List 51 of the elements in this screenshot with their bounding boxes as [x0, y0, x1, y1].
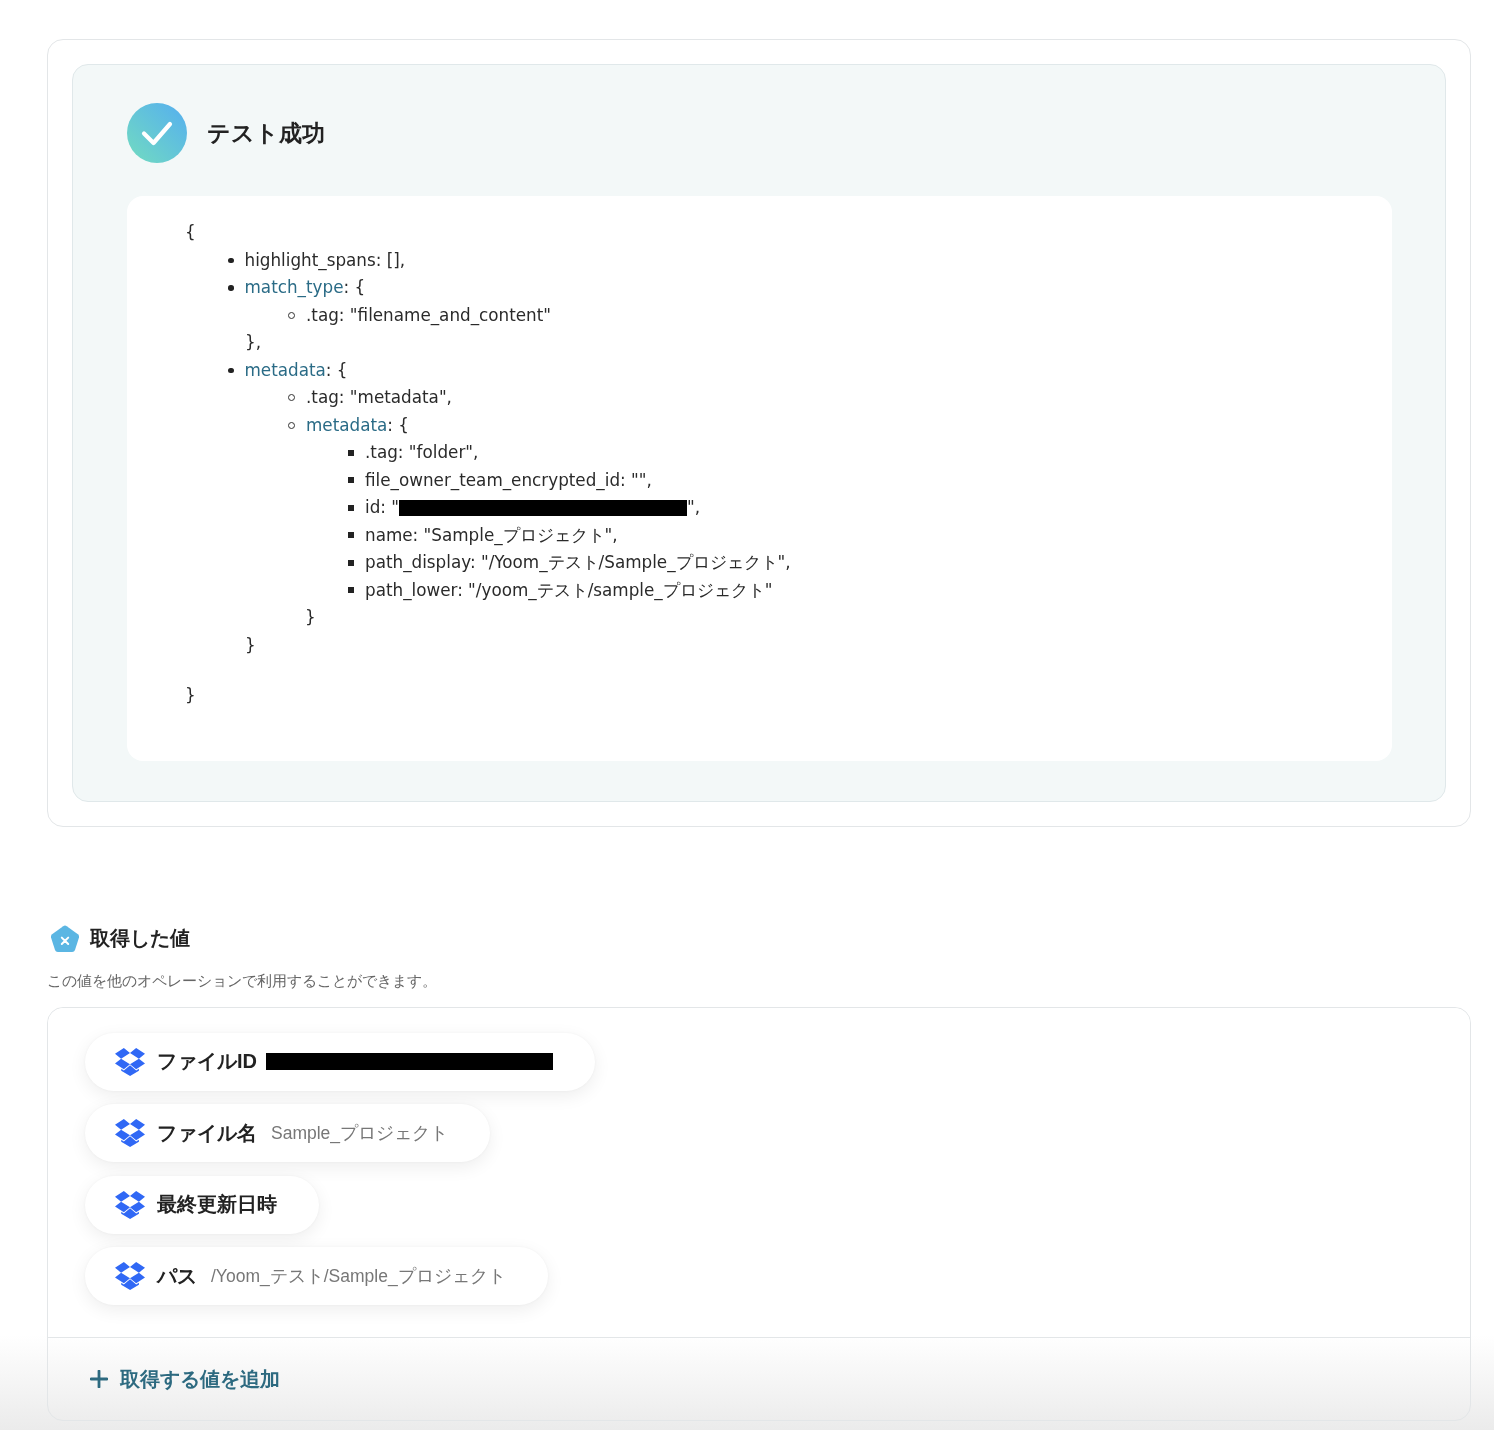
value-chip[interactable]: パス /Yoom_テスト/Sample_プロジェクト: [85, 1247, 548, 1305]
add-value-button[interactable]: 取得する値を追加: [90, 1365, 280, 1393]
square-bullet-icon: [348, 477, 354, 484]
json-line: .tag: "filename_and_content": [306, 303, 552, 328]
value-chip[interactable]: 最終更新日時: [85, 1175, 319, 1234]
json-brace: }: [185, 684, 196, 707]
json-line-end: ",: [687, 496, 701, 519]
bullet-icon: [228, 257, 234, 263]
json-line: name: "Sample_プロジェクト",: [365, 523, 618, 548]
json-line: metadata: {: [244, 358, 348, 382]
field-label: 最終更新日時: [157, 1192, 277, 1217]
field-label: ファイルID: [157, 1049, 257, 1074]
diamonds-icon: [115, 1047, 145, 1076]
json-line: file_owner_team_encrypted_id: "",: [365, 468, 652, 493]
json-brace: }: [245, 633, 256, 657]
pentagon-x-icon: [50, 924, 80, 953]
json-line: match_type: {: [244, 276, 366, 300]
square-bullet-icon: [348, 559, 354, 566]
section-title: 取得した値: [90, 926, 190, 951]
square-bullet-icon: [348, 504, 354, 511]
json-line: id: ": [365, 496, 400, 519]
json-brace: {: [185, 221, 196, 244]
json-brace: }: [305, 606, 316, 629]
bullet-icon: [228, 367, 234, 373]
field-value: /Yoom_テスト/Sample_プロジェクト: [211, 1265, 506, 1288]
value-chip[interactable]: ファイルID: [85, 1032, 595, 1091]
success-check-icon: [127, 103, 187, 163]
json-line: metadata: {: [306, 413, 409, 437]
field-value: Sample_プロジェクト: [271, 1122, 449, 1145]
square-bullet-icon: [348, 449, 354, 456]
json-line: highlight_spans: [],: [244, 248, 406, 273]
bullet-icon: [228, 285, 234, 291]
json-line: .tag: "metadata",: [306, 386, 452, 409]
result-title: テスト成功: [207, 118, 325, 148]
diamonds-icon: [115, 1262, 145, 1290]
field-label: パス: [157, 1263, 197, 1289]
plus-icon: [90, 1370, 108, 1388]
json-line: path_lower: "/yoom_テスト/sample_プロジェクト": [365, 578, 773, 603]
section-description: この値を他のオペレーションで利用することができます。: [47, 970, 438, 991]
key-link[interactable]: metadata: [244, 359, 326, 380]
diamonds-icon: [115, 1119, 145, 1147]
json-line: path_display: "/Yoom_テスト/Sample_プロジェクト",: [365, 551, 791, 575]
diamonds-icon: [115, 1190, 145, 1219]
json-brace: },: [245, 331, 261, 354]
value-chip[interactable]: ファイル名 Sample_プロジェクト: [85, 1104, 491, 1162]
square-bullet-icon: [348, 587, 354, 594]
key-link[interactable]: metadata: [306, 414, 388, 435]
key-link[interactable]: match_type: [244, 277, 344, 297]
field-label: ファイル名: [157, 1120, 257, 1146]
json-line: .tag: "folder",: [365, 441, 479, 464]
square-bullet-icon: [348, 532, 354, 539]
